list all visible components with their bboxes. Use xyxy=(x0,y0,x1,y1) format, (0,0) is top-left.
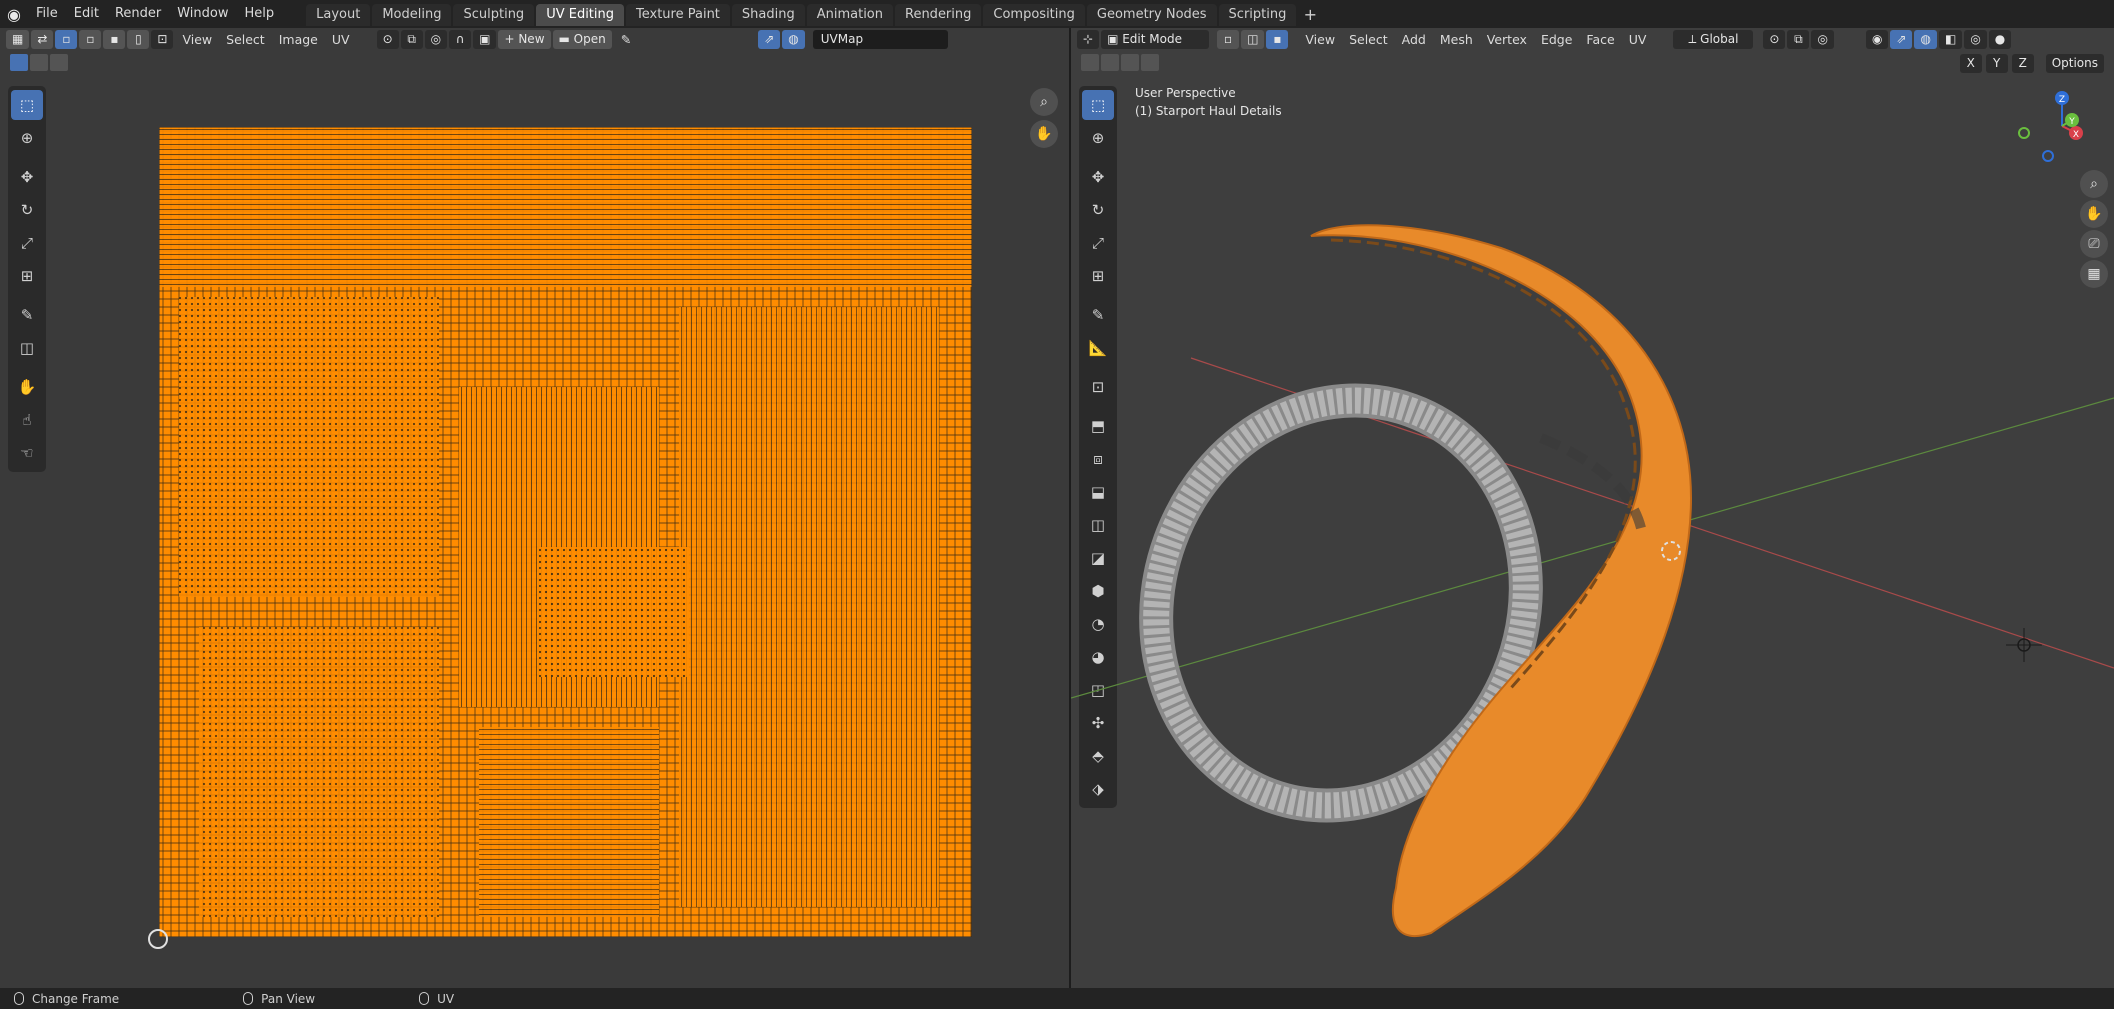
add-workspace-button[interactable]: + xyxy=(1298,5,1322,24)
open-image-label: Open xyxy=(573,31,606,46)
uv-select-mode-group xyxy=(10,54,68,71)
island-select-icon[interactable]: ▯ xyxy=(127,29,150,49)
open-image-button[interactable]: ▬ Open xyxy=(552,29,612,49)
3d-viewport: ⊹ ▣ Edit Mode ▫ ◫ ▪ View Select Add Mesh… xyxy=(1071,28,2114,988)
edge-select-icon[interactable]: ▫ xyxy=(79,29,102,49)
2d-cursor-icon xyxy=(148,929,168,949)
tab-modeling[interactable]: Modeling xyxy=(372,4,452,26)
mouse-right-icon xyxy=(419,992,430,1005)
menu-help[interactable]: Help xyxy=(237,0,283,28)
tab-scripting[interactable]: Scripting xyxy=(1218,4,1297,26)
mouse-middle-icon xyxy=(243,992,254,1005)
scale-tool-icon[interactable]: ⤢ xyxy=(11,228,43,258)
status-uv: UV xyxy=(405,992,454,1006)
image-browse-icon[interactable]: ▣ xyxy=(473,29,497,49)
sticky-select-icon[interactable]: ⊡ xyxy=(151,29,174,49)
face-select-icon[interactable]: ▪ xyxy=(103,29,126,49)
status-change-frame: Change Frame xyxy=(0,992,119,1006)
menu-file[interactable]: File xyxy=(28,0,66,28)
editor-type-icon[interactable]: ▦ xyxy=(6,29,30,49)
uv-editor: ▦ ⇄ ▫ ▫ ▪ ▯ ⊡ View Select Image UV ⊙ ⧉ ◎… xyxy=(0,28,1069,988)
select-subtract-icon[interactable] xyxy=(50,54,68,71)
tab-geometry-nodes[interactable]: Geometry Nodes xyxy=(1086,4,1217,26)
menu-render[interactable]: Render xyxy=(107,0,169,28)
status-bar: Change Frame Pan View UV xyxy=(0,988,2114,1009)
top-bar: ◉ File Edit Render Window Help Layout Mo… xyxy=(0,0,2114,28)
uv-menu-uv[interactable]: UV xyxy=(325,32,357,47)
rip-tool-icon[interactable]: ◫ xyxy=(11,333,43,363)
tab-rendering[interactable]: Rendering xyxy=(895,4,982,26)
tab-sculpting[interactable]: Sculpting xyxy=(453,4,535,26)
uvmap-field[interactable]: UVMap xyxy=(812,29,948,49)
uv-toolbar: ⬚ ⊕ ✥ ↻ ⤢ ⊞ ✎ ◫ ✋ ☝ ☜ xyxy=(8,86,46,472)
grab-tool-icon[interactable]: ✋ xyxy=(11,372,43,402)
select-extend-icon[interactable] xyxy=(30,54,48,71)
tab-shading[interactable]: Shading xyxy=(731,4,805,26)
status-uv-label: UV xyxy=(437,991,455,1006)
snap-icon[interactable]: ⧉ xyxy=(400,29,423,49)
new-image-button[interactable]: + New xyxy=(498,29,551,49)
pin-icon[interactable]: ✎ xyxy=(614,32,638,47)
orange-hull-mesh[interactable] xyxy=(1310,224,1693,937)
workspace-tabs: Layout Modeling Sculpting UV Editing Tex… xyxy=(306,2,1298,26)
new-image-label: New xyxy=(518,31,545,46)
uv-layout-canvas[interactable] xyxy=(159,127,972,937)
uv-menu-view[interactable]: View xyxy=(175,32,219,47)
menu-edit[interactable]: Edit xyxy=(66,0,107,28)
sync-selection-icon[interactable]: ⇄ xyxy=(31,29,54,49)
menu-window[interactable]: Window xyxy=(169,0,236,28)
uv-menu-select[interactable]: Select xyxy=(219,32,272,47)
relax-tool-icon[interactable]: ☝ xyxy=(11,405,43,435)
rotate-tool-icon[interactable]: ↻ xyxy=(11,195,43,225)
move-tool-icon[interactable]: ✥ xyxy=(11,162,43,192)
pinch-tool-icon[interactable]: ☜ xyxy=(11,438,43,468)
uv-mesh-pattern xyxy=(159,127,972,937)
tab-uv-editing[interactable]: UV Editing xyxy=(536,4,625,26)
tab-texture-paint[interactable]: Texture Paint xyxy=(626,4,730,26)
tab-animation[interactable]: Animation xyxy=(806,4,893,26)
status-pan-view-label: Pan View xyxy=(261,991,316,1006)
tab-layout[interactable]: Layout xyxy=(306,4,371,26)
blender-logo-icon[interactable]: ◉ xyxy=(0,0,28,28)
uv-menu-image[interactable]: Image xyxy=(272,32,325,47)
select-new-icon[interactable] xyxy=(10,54,28,71)
transform-tool-icon[interactable]: ⊞ xyxy=(11,261,43,291)
proportional-edit-icon[interactable]: ◎ xyxy=(424,29,448,49)
falloff-icon[interactable]: ∩ xyxy=(449,29,472,49)
cursor-tool-icon[interactable]: ⊕ xyxy=(11,123,43,153)
pivot-icon[interactable]: ⊙ xyxy=(376,29,399,49)
pan-hand-icon[interactable]: ✋ xyxy=(1030,120,1058,148)
mouse-left-icon xyxy=(14,992,24,1005)
vertex-select-icon[interactable]: ▫ xyxy=(55,29,78,49)
3d-scene[interactable] xyxy=(1071,28,2114,988)
gizmo-toggle-icon[interactable]: ⇗ xyxy=(758,29,781,49)
annotate-tool-icon[interactable]: ✎ xyxy=(11,300,43,330)
tab-compositing[interactable]: Compositing xyxy=(983,4,1085,26)
status-pan-view: Pan View xyxy=(229,992,315,1006)
uv-editor-header: ▦ ⇄ ▫ ▫ ▪ ▯ ⊡ View Select Image UV ⊙ ⧉ ◎… xyxy=(0,28,1069,50)
overlay-toggle-icon[interactable]: ◍ xyxy=(782,29,805,49)
zoom-icon[interactable]: ⌕ xyxy=(1030,88,1058,116)
select-box-tool-icon[interactable]: ⬚ xyxy=(11,90,43,120)
status-change-frame-label: Change Frame xyxy=(32,991,120,1006)
